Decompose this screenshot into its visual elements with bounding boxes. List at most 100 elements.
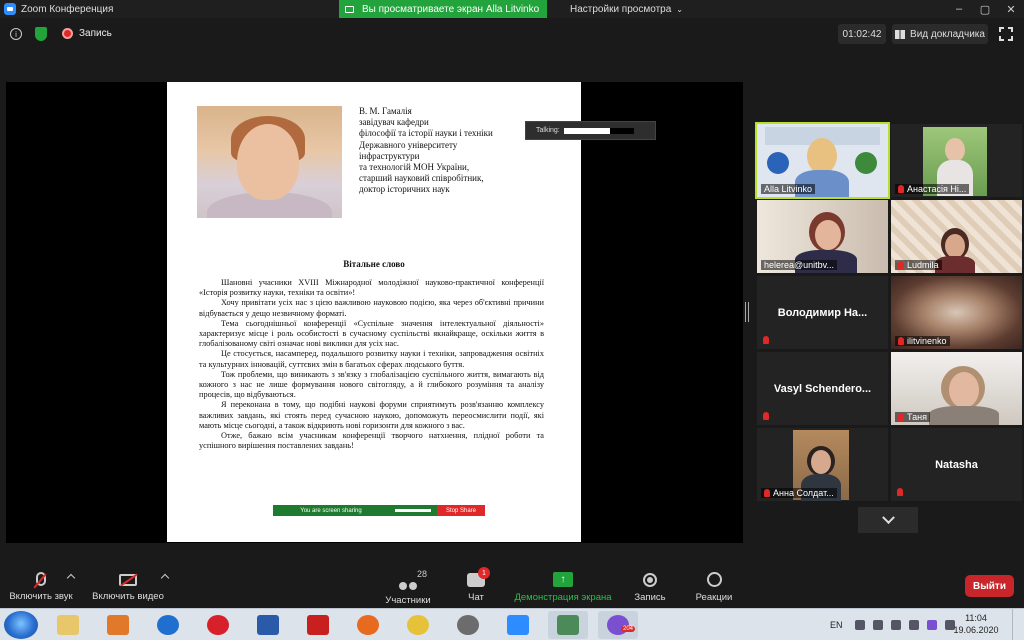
- taskbar-teamviewer[interactable]: [148, 611, 188, 639]
- participant-tile[interactable]: Natasha: [891, 428, 1022, 501]
- participant-tile[interactable]: ilitvinenko: [891, 276, 1022, 349]
- participant-display-name: Vasyl Schendero...: [773, 382, 872, 395]
- folder-icon: [57, 615, 79, 635]
- leave-button[interactable]: Выйти: [965, 575, 1014, 597]
- film-reel-icon: [457, 615, 479, 635]
- language-indicator[interactable]: EN: [830, 620, 843, 630]
- taskbar-presentation[interactable]: [548, 611, 588, 639]
- shared-screen: В. М. Гамалія завідувач кафедри філософі…: [6, 82, 743, 543]
- unmute-button[interactable]: Включить звук: [6, 562, 76, 608]
- taskbar-viber[interactable]: 204: [598, 611, 638, 639]
- taskbar-media[interactable]: [98, 611, 138, 639]
- talking-label: Talking:: [536, 127, 560, 134]
- acrobat-icon: [307, 615, 329, 635]
- paragraph: Хочу привітати усіх нас з цією важливою …: [199, 298, 544, 318]
- share-screen-button[interactable]: ↑ Демонстрация экрана: [510, 562, 616, 608]
- sharing-redacted: [395, 509, 431, 512]
- mic-muted-icon: [898, 337, 904, 345]
- zoom-window: Zoom Конференция Вы просматриваете экран…: [0, 0, 1024, 640]
- recording-label: Запись: [79, 28, 112, 39]
- tray-network-icon[interactable]: [890, 620, 901, 630]
- teamviewer-icon: [157, 615, 179, 635]
- chat-icon: 1: [467, 567, 490, 587]
- chat-label: Чат: [468, 592, 484, 603]
- talking-redacted: [563, 127, 634, 134]
- mic-muted-icon: [763, 412, 769, 420]
- participant-tile[interactable]: Vasyl Schendero...: [757, 352, 888, 425]
- app-icon: [407, 615, 429, 635]
- clock-time: 11:04: [965, 613, 987, 623]
- paragraph: Тема сьогоднішньої конференції «Суспільн…: [199, 318, 544, 349]
- participants-icon: 28: [398, 569, 427, 590]
- share-screen-label: Демонстрация экрана: [514, 592, 612, 603]
- participant-tile[interactable]: Alla Litvinko: [755, 122, 890, 199]
- window-title: Zoom Конференция: [21, 3, 114, 15]
- tray-app-icon[interactable]: [872, 620, 883, 630]
- taskbar-word[interactable]: [248, 611, 288, 639]
- reactions-button[interactable]: Реакции: [692, 562, 736, 608]
- taskbar-clock[interactable]: 11:04 19.06.2020: [953, 612, 999, 636]
- taskbar-app[interactable]: [398, 611, 438, 639]
- info-icon[interactable]: i: [10, 28, 22, 40]
- minimize-button[interactable]: –: [946, 0, 972, 18]
- participant-tile[interactable]: helerea@unitbv...: [757, 200, 888, 273]
- view-options-menu[interactable]: Настройки просмотра ⌄: [570, 0, 683, 18]
- panel-resize-handle[interactable]: [745, 302, 749, 322]
- tray-app-icon[interactable]: [854, 620, 865, 630]
- taskbar-film[interactable]: [448, 611, 488, 639]
- participant-tile[interactable]: Анастасія Ні...: [891, 124, 1022, 197]
- shared-document: В. М. Гамалія завідувач кафедри філософі…: [167, 82, 581, 542]
- participant-display-name: Natasha: [935, 458, 978, 471]
- author-line: доктор історичних наук: [359, 184, 450, 195]
- window-controls: – ▢ ✕: [946, 0, 1024, 18]
- screen-share-banner: Вы просматриваете экран Alla Litvinko: [339, 0, 547, 18]
- system-tray: EN: [830, 609, 959, 640]
- start-button[interactable]: [4, 611, 38, 639]
- participants-button[interactable]: 28 Участники: [380, 562, 436, 608]
- presentation-icon: [557, 615, 579, 635]
- taskbar-explorer[interactable]: [48, 611, 88, 639]
- taskbar-acrobat[interactable]: [298, 611, 338, 639]
- participant-tile[interactable]: Таня: [891, 352, 1022, 425]
- meeting-toolbar: Включить звук Включить видео 28 Участник…: [0, 562, 1024, 608]
- tray-viber-icon[interactable]: [926, 620, 937, 630]
- tray-volume-icon[interactable]: [908, 620, 919, 630]
- show-desktop-button[interactable]: [1012, 609, 1024, 640]
- stop-share-button[interactable]: Stop Share: [437, 505, 485, 516]
- clock-date: 19.06.2020: [953, 625, 999, 635]
- taskbar-zoom[interactable]: [498, 611, 538, 639]
- grid-icon: [895, 29, 906, 39]
- start-video-button[interactable]: Включить видео: [88, 562, 168, 608]
- maximize-button[interactable]: ▢: [972, 0, 998, 18]
- document-title: Вітальне слово: [343, 259, 405, 269]
- participants-label: Участники: [385, 595, 431, 606]
- fullscreen-icon[interactable]: [998, 26, 1014, 42]
- author-line: та технологій МОН України,: [359, 162, 470, 173]
- zoom-logo-icon: [4, 3, 16, 15]
- mic-muted-icon: [897, 488, 903, 496]
- share-banner-text: Вы просматриваете экран Alla Litvinko: [362, 3, 540, 15]
- taskbar-firefox[interactable]: [348, 611, 388, 639]
- view-mode-button[interactable]: Вид докладчика: [892, 24, 988, 44]
- windows-taskbar: 204 EN 11:04 19.06.2020: [0, 608, 1024, 640]
- sharing-status: You are screen sharing: [300, 507, 362, 514]
- participant-name: Таня: [895, 412, 930, 422]
- participant-tile[interactable]: Ludmila: [891, 200, 1022, 273]
- chat-button[interactable]: 1 Чат: [456, 562, 496, 608]
- author-line: інфраструктури: [359, 150, 420, 161]
- reactions-label: Реакции: [695, 592, 733, 603]
- mic-muted-icon: [763, 336, 769, 344]
- paragraph: Я переконана в тому, що подібні наукові …: [199, 400, 544, 430]
- taskbar-opera[interactable]: [198, 611, 238, 639]
- shield-icon[interactable]: [35, 27, 47, 41]
- gallery-next-page-button[interactable]: [858, 507, 918, 533]
- close-button[interactable]: ✕: [998, 0, 1024, 18]
- author-line: Державного університету: [359, 139, 458, 150]
- record-button[interactable]: Запись: [628, 562, 672, 608]
- participant-tile[interactable]: Анна Солдат...: [757, 428, 888, 501]
- mic-muted-icon: [898, 185, 904, 193]
- participant-tile[interactable]: Володимир На...: [757, 276, 888, 349]
- view-mode-label: Вид докладчика: [910, 28, 985, 40]
- document-body: Шановні учасники XVIII Міжнародної молод…: [199, 278, 544, 451]
- paragraph: Шановні учасники XVIII Міжнародної молод…: [199, 278, 544, 298]
